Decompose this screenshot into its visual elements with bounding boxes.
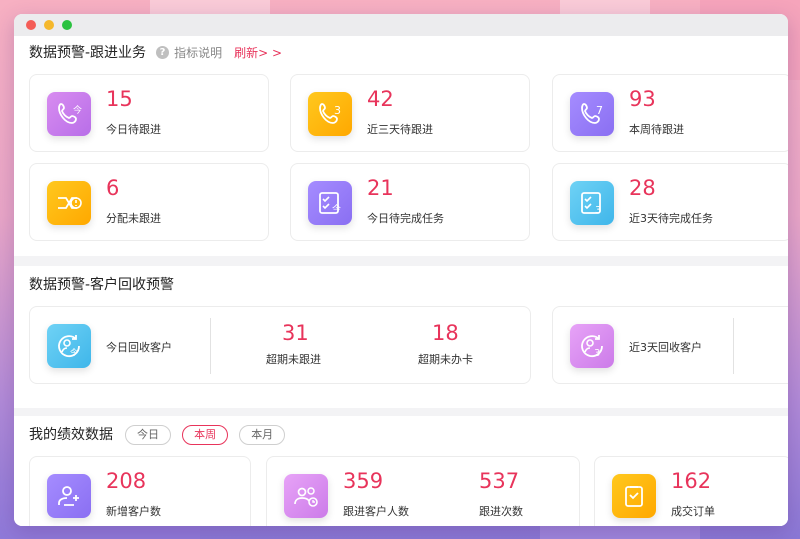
refresh-link[interactable]: 刷新> > (234, 44, 282, 61)
performance-section: 我的绩效数据 今日 本周 本月 208 新增客户数 359 跟进客户人数 537… (14, 416, 788, 526)
stat-value: 31 (282, 321, 309, 345)
stat-label: 今日待完成任务 (367, 212, 444, 225)
svg-text:3: 3 (594, 348, 600, 359)
stat-label: 跟进次数 (479, 505, 523, 518)
metric-help[interactable]: ? 指标说明 (156, 44, 222, 61)
phone-today-icon: 今 (47, 92, 91, 136)
recycle-label: 近3天回收客户 (629, 341, 702, 354)
followup-card-task-3days[interactable]: 3 28 近3天待完成任务 (552, 163, 788, 241)
followup-card-week[interactable]: 7 93 本周待跟进 (552, 74, 788, 152)
perf-card-followups[interactable]: 359 跟进客户人数 537 跟进次数 (266, 456, 580, 526)
maximize-window-button[interactable] (62, 20, 72, 30)
followup-card-assigned[interactable]: 6 分配未跟进 (29, 163, 269, 241)
svg-text:今: 今 (332, 203, 341, 215)
recycle-card-3days[interactable]: 3 近3天回收客户 (552, 306, 788, 384)
stat-value: 6 (106, 176, 120, 200)
followup-customers-icon (284, 474, 328, 518)
title-bar (14, 14, 788, 36)
stat-value: 15 (106, 87, 133, 111)
stat-label: 近3天待完成任务 (629, 212, 713, 225)
close-window-button[interactable] (26, 20, 36, 30)
followup-card-3days[interactable]: 3 42 近三天待跟进 (290, 74, 530, 152)
stat-value: 93 (629, 87, 656, 111)
task-3days-icon: 3 (570, 181, 614, 225)
app-window: 数据预警-跟进业务 ? 指标说明 刷新> > 今 15 今日待跟进 3 42 近… (14, 14, 788, 526)
stat-label: 超期未办卡 (418, 353, 473, 366)
section-title: 我的绩效数据 (29, 427, 113, 443)
svg-text:7: 7 (596, 104, 603, 117)
customer-recycle-section: 数据预警-客户回收预警 今 今日回收客户 31 超期未跟进 18 超期未办卡 3… (14, 266, 788, 408)
question-icon: ? (156, 45, 170, 59)
minimize-window-button[interactable] (44, 20, 54, 30)
perf-card-new-customers[interactable]: 208 新增客户数 (29, 456, 251, 526)
stat-value: 42 (367, 87, 394, 111)
divider (210, 318, 211, 374)
stat-label: 超期未跟进 (266, 353, 321, 366)
customer-recycle-3days-icon: 3 (570, 324, 614, 368)
stat-label: 新增客户数 (106, 505, 161, 518)
stat-label: 近三天待跟进 (367, 123, 433, 136)
followup-card-task-today[interactable]: 今 21 今日待完成任务 (290, 163, 530, 241)
order-icon (612, 474, 656, 518)
stat-value: 162 (671, 469, 712, 493)
add-customer-icon (47, 474, 91, 518)
section-title: 数据预警-跟进业务 (29, 45, 147, 61)
recycle-card-today[interactable]: 今 今日回收客户 31 超期未跟进 18 超期未办卡 (29, 306, 531, 384)
stat-label: 分配未跟进 (106, 212, 161, 225)
section-title: 数据预警-客户回收预警 (29, 277, 175, 293)
followup-warning-section: 数据预警-跟进业务 ? 指标说明 刷新> > 今 15 今日待跟进 3 42 近… (14, 36, 788, 256)
stat-value: 28 (629, 176, 656, 200)
stat-label: 跟进客户人数 (343, 505, 409, 518)
phone-week-icon: 7 (570, 92, 614, 136)
tab-today[interactable]: 今日 (125, 425, 171, 445)
recycle-label: 今日回收客户 (106, 341, 172, 354)
svg-text:今: 今 (73, 104, 82, 116)
stat-value: 18 (432, 321, 459, 345)
stat-value: 537 (479, 469, 520, 493)
tab-this-week[interactable]: 本周 (182, 425, 229, 445)
task-today-icon: 今 (308, 181, 352, 225)
svg-text:3: 3 (334, 104, 341, 117)
customer-recycle-today-icon: 今 (47, 324, 91, 368)
phone-3days-icon: 3 (308, 92, 352, 136)
period-tabs: 今日 本周 本月 (119, 423, 286, 445)
metric-help-label: 指标说明 (174, 45, 223, 60)
svg-text:今: 今 (70, 347, 78, 357)
assign-alert-icon (47, 181, 91, 225)
stat-label: 本周待跟进 (629, 123, 684, 136)
stat-label: 成交订单 (671, 505, 715, 518)
stat-value: 21 (367, 176, 394, 200)
tab-this-month[interactable]: 本月 (239, 425, 286, 445)
stat-value: 208 (106, 469, 147, 493)
svg-text:3: 3 (595, 205, 601, 216)
stat-value: 359 (343, 469, 384, 493)
stat-label: 今日待跟进 (106, 123, 161, 136)
divider (733, 318, 734, 374)
perf-card-orders[interactable]: 162 成交订单 (594, 456, 788, 526)
followup-card-today[interactable]: 今 15 今日待跟进 (29, 74, 269, 152)
